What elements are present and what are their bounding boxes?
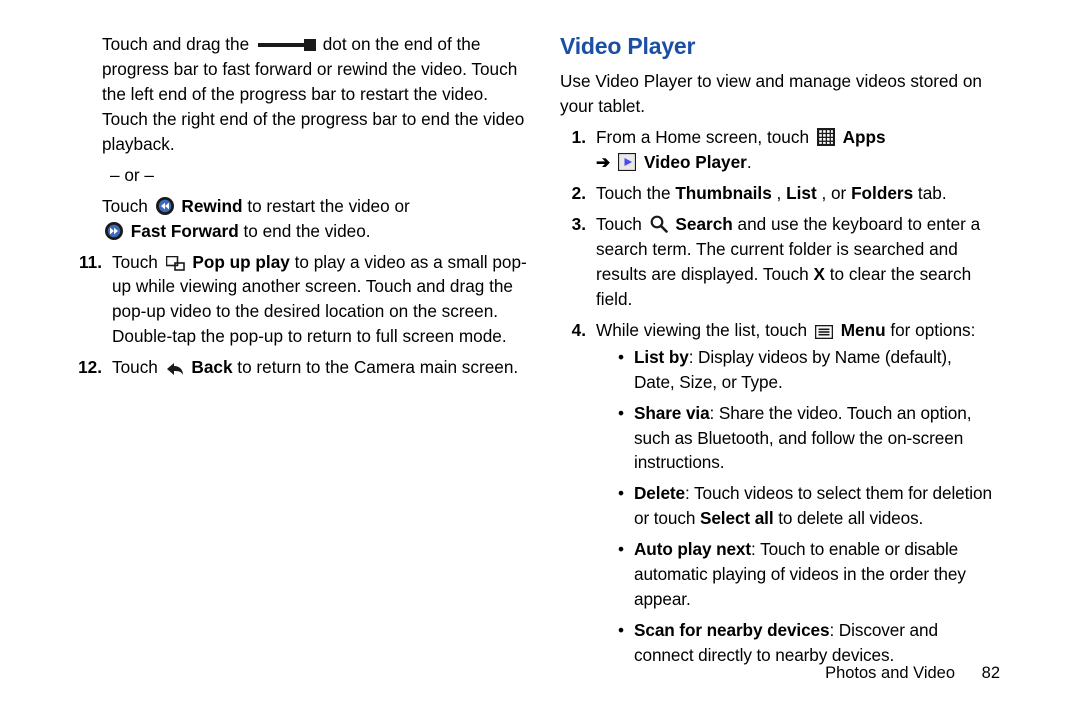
page-number: 82 bbox=[982, 664, 1000, 682]
search-label: Search bbox=[675, 214, 732, 234]
item-number: 11. bbox=[66, 250, 112, 350]
text: . bbox=[747, 152, 752, 172]
fast-forward-label: Fast Forward bbox=[131, 221, 239, 241]
arrow-icon: ➔ bbox=[596, 152, 610, 172]
manual-page: Touch and drag the dot on the end of the… bbox=[0, 0, 1080, 720]
search-icon bbox=[650, 215, 668, 233]
x-label: X bbox=[814, 264, 825, 284]
item-body: Touch Pop up play to play a video as a s… bbox=[112, 250, 534, 350]
bullet-icon: • bbox=[618, 345, 634, 395]
list-label: List bbox=[786, 183, 817, 203]
text: Touch the bbox=[596, 183, 675, 203]
list-item: 12. Touch Back to return to the Camera m… bbox=[66, 355, 534, 380]
left-column: Touch and drag the dot on the end of the… bbox=[102, 32, 534, 386]
progress-bar-icon bbox=[258, 39, 314, 51]
bullet-item: • Scan for nearby devices: Discover and … bbox=[596, 618, 992, 668]
item-body: Touch Back to return to the Camera main … bbox=[112, 355, 534, 380]
bullet-title: List by bbox=[634, 347, 689, 367]
text: to end the video. bbox=[243, 221, 370, 241]
footer-section: Photos and Video bbox=[825, 664, 955, 682]
folders-label: Folders bbox=[851, 183, 913, 203]
bullet-title: Auto play next bbox=[634, 539, 751, 559]
list-item: 1. From a Home screen, touch Apps ➔ Vide… bbox=[560, 125, 992, 175]
back-icon bbox=[166, 360, 184, 376]
menu-icon bbox=[815, 325, 833, 339]
item-number: 2. bbox=[560, 181, 596, 206]
list-item: 3. Touch Search and use the keyboard to … bbox=[560, 212, 992, 312]
apps-label: Apps bbox=[843, 127, 886, 147]
text: Touch bbox=[112, 252, 163, 272]
text: While viewing the list, touch bbox=[596, 320, 812, 340]
bullet-title: Scan for nearby devices bbox=[634, 620, 829, 640]
item-body: Touch Search and use the keyboard to ent… bbox=[596, 212, 992, 312]
item-number: 1. bbox=[560, 125, 596, 175]
bullet-icon: • bbox=[618, 618, 634, 668]
page-footer: Photos and Video 82 bbox=[825, 662, 1000, 686]
popup-label: Pop up play bbox=[192, 252, 289, 272]
text: Touch bbox=[112, 357, 163, 377]
popup-play-icon bbox=[166, 256, 185, 271]
video-player-label: Video Player bbox=[644, 152, 747, 172]
right-column: Video Player Use Video Player to view an… bbox=[560, 30, 992, 680]
text: for options: bbox=[890, 320, 975, 340]
item-number: 12. bbox=[66, 355, 112, 380]
item-number: 4. bbox=[560, 318, 596, 674]
rewind-instruction: Touch Rewind to restart the video or Fas… bbox=[102, 194, 534, 244]
text: to restart the video or bbox=[247, 196, 409, 216]
or-divider: – or – bbox=[110, 163, 534, 188]
menu-label: Menu bbox=[841, 320, 886, 340]
thumbnails-label: Thumbnails bbox=[675, 183, 771, 203]
text: tab. bbox=[918, 183, 947, 203]
select-all-label: Select all bbox=[700, 508, 774, 528]
progress-instruction: Touch and drag the dot on the end of the… bbox=[102, 32, 534, 157]
bullet-icon: • bbox=[618, 481, 634, 531]
list-item: 11. Touch Pop up play to play a video as… bbox=[66, 250, 534, 350]
intro-text: Use Video Player to view and manage vide… bbox=[560, 69, 992, 119]
text: , or bbox=[821, 183, 851, 203]
bullet-title: Delete bbox=[634, 483, 685, 503]
video-player-icon bbox=[618, 153, 636, 171]
fast-forward-icon bbox=[105, 222, 123, 240]
rewind-icon bbox=[156, 197, 174, 215]
bullet-item: • Delete: Touch videos to select them fo… bbox=[596, 481, 992, 531]
item-number: 3. bbox=[560, 212, 596, 312]
bullet-icon: • bbox=[618, 401, 634, 476]
text: , bbox=[777, 183, 787, 203]
item-body: From a Home screen, touch Apps ➔ Video P… bbox=[596, 125, 992, 175]
rewind-label: Rewind bbox=[181, 196, 242, 216]
back-label: Back bbox=[191, 357, 232, 377]
bullet-item: • Share via: Share the video. Touch an o… bbox=[596, 401, 992, 476]
section-title: Video Player bbox=[560, 30, 992, 63]
text: Touch bbox=[102, 196, 153, 216]
text: Touch bbox=[596, 214, 647, 234]
apps-icon bbox=[817, 128, 835, 146]
text: to delete all videos. bbox=[774, 508, 924, 528]
text: From a Home screen, touch bbox=[596, 127, 814, 147]
list-item: 4. While viewing the list, touch Menu fo… bbox=[560, 318, 992, 674]
bullet-item: • List by: Display videos by Name (defau… bbox=[596, 345, 992, 395]
text: to return to the Camera main screen. bbox=[237, 357, 518, 377]
bullet-icon: • bbox=[618, 537, 634, 612]
bullet-title: Share via bbox=[634, 403, 710, 423]
item-body: Touch the Thumbnails , List , or Folders… bbox=[596, 181, 992, 206]
list-item: 2. Touch the Thumbnails , List , or Fold… bbox=[560, 181, 992, 206]
bullet-item: • Auto play next: Touch to enable or dis… bbox=[596, 537, 992, 612]
item-body: While viewing the list, touch Menu for o… bbox=[596, 318, 992, 674]
text: Touch and drag the bbox=[102, 34, 254, 54]
